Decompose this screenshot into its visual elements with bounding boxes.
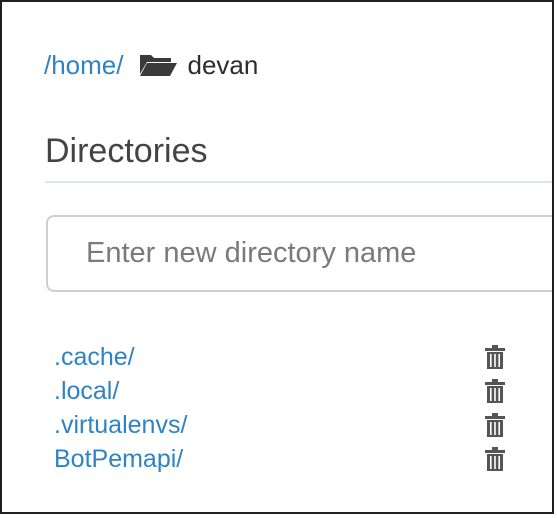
trash-icon[interactable] [484, 412, 506, 438]
directory-row: .local/ [54, 374, 534, 408]
directory-row: .virtualenvs/ [54, 408, 534, 442]
breadcrumb-home-link[interactable]: /home/ [44, 48, 124, 82]
directory-browser-panel: /home/ devan Directories .cache/ [0, 0, 554, 514]
directory-link[interactable]: .cache/ [54, 340, 135, 374]
folder-open-icon [138, 52, 178, 78]
trash-icon[interactable] [484, 378, 506, 404]
directory-link[interactable]: BotPemapi/ [54, 442, 183, 476]
directory-link[interactable]: .local/ [54, 374, 119, 408]
trash-icon[interactable] [484, 446, 506, 472]
directory-row: .cache/ [54, 340, 534, 374]
breadcrumb: /home/ devan [44, 48, 258, 82]
breadcrumb-current-folder: devan [187, 50, 259, 80]
directory-row: BotPemapi/ [54, 442, 534, 476]
section-title: Directories [45, 132, 208, 170]
new-directory-name-input[interactable] [46, 215, 552, 292]
directory-list: .cache/ .local/ .virtualenvs/ BotPemapi/ [54, 340, 534, 476]
directory-link[interactable]: .virtualenvs/ [54, 408, 187, 442]
trash-icon[interactable] [484, 344, 506, 370]
section-divider [45, 181, 552, 183]
